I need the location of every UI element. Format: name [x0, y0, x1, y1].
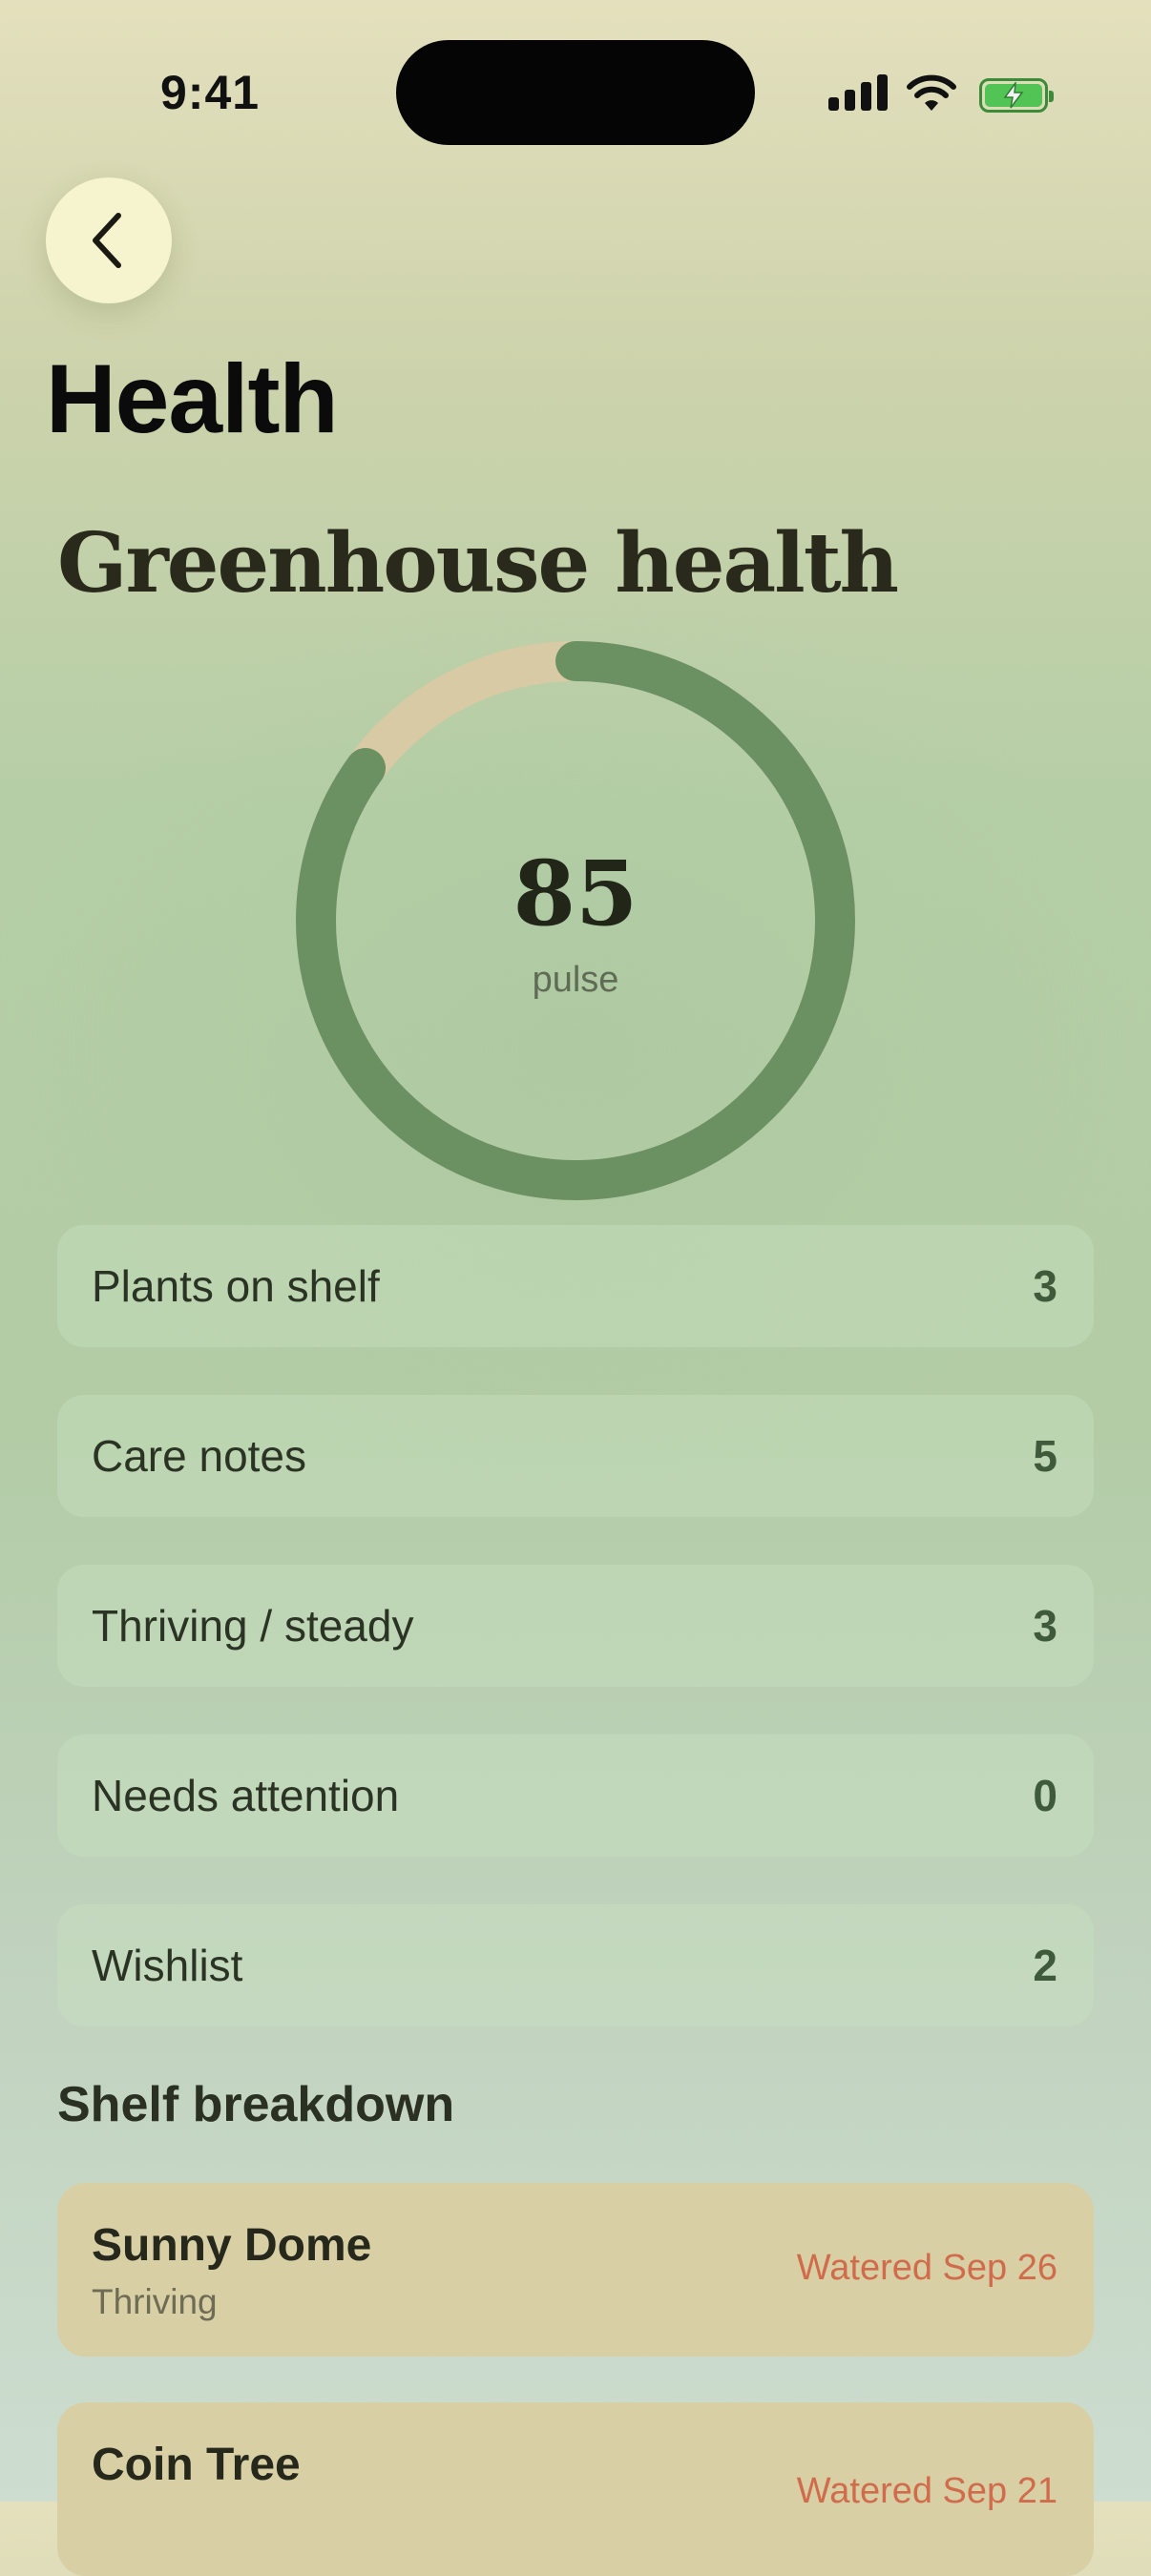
gauge-value: 85	[513, 841, 638, 946]
stat-value: 3	[1033, 1601, 1057, 1651]
shelf-card-coin-tree[interactable]: Coin Tree Watered Sep 21	[57, 2402, 1094, 2576]
chevron-left-icon	[93, 213, 121, 268]
battery-icon	[979, 78, 1054, 113]
wifi-icon	[907, 74, 956, 111]
stat-row-care-notes: Care notes 5	[57, 1395, 1094, 1517]
stat-label: Needs attention	[92, 1771, 400, 1820]
status-time: 9:41	[160, 66, 261, 119]
charging-bolt-icon	[1003, 82, 1024, 109]
shelf-watered-date: Watered Sep 21	[796, 2471, 1057, 2511]
dynamic-island	[396, 40, 755, 145]
section-title: Greenhouse health	[57, 515, 899, 612]
stat-value: 2	[1033, 1941, 1057, 1990]
page-title: Health	[46, 344, 339, 453]
cellular-signal-bar	[861, 82, 871, 111]
gauge-label: pulse	[532, 960, 619, 1000]
back-button[interactable]	[46, 177, 172, 303]
shelf-name: Sunny Dome	[92, 2220, 372, 2271]
cellular-signal-bar	[877, 74, 888, 111]
cellular-signal-bar	[845, 90, 855, 111]
stat-value: 0	[1033, 1771, 1057, 1820]
stat-row-plants-on-shelf: Plants on shelf 3	[57, 1225, 1094, 1347]
stat-label: Wishlist	[92, 1941, 243, 1990]
stat-row-wishlist: Wishlist 2	[57, 1904, 1094, 2026]
stat-label: Plants on shelf	[92, 1261, 380, 1311]
stat-row-needs-attention: Needs attention 0	[57, 1735, 1094, 1857]
stat-row-thriving-steady: Thriving / steady 3	[57, 1565, 1094, 1687]
cellular-signal-icon	[828, 97, 839, 111]
shelf-watered-date: Watered Sep 26	[796, 2248, 1057, 2288]
status-icons	[819, 71, 1054, 118]
stat-value: 3	[1033, 1261, 1057, 1311]
shelf-name: Coin Tree	[92, 2440, 301, 2490]
stat-label: Thriving / steady	[92, 1601, 414, 1651]
health-gauge: 85 pulse	[296, 641, 855, 1200]
breakdown-heading: Shelf breakdown	[57, 2077, 455, 2132]
shelf-card-sunny-dome[interactable]: Sunny Dome Thriving Watered Sep 26	[57, 2183, 1094, 2357]
stat-label: Care notes	[92, 1431, 307, 1481]
shelf-status: Thriving	[92, 2282, 218, 2321]
stat-value: 5	[1033, 1431, 1057, 1481]
stats-list: Plants on shelf 3 Care notes 5 Thriving …	[57, 1225, 1094, 2074]
